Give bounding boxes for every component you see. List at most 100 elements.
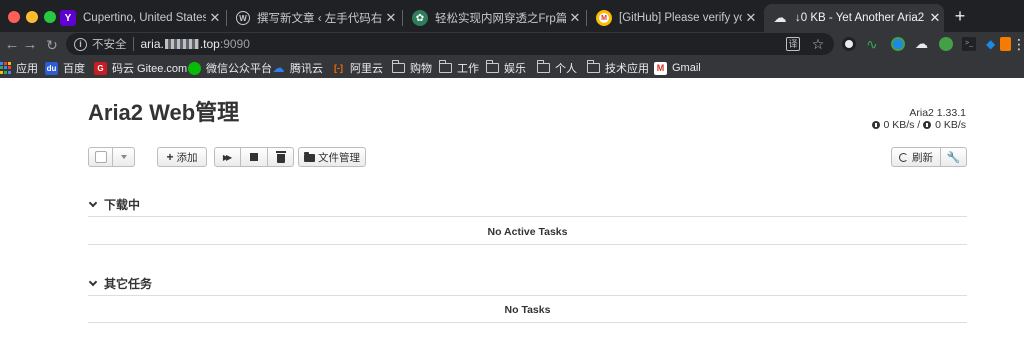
bookmark-gmail[interactable]: M Gmail (654, 58, 701, 78)
wechat-icon (188, 61, 201, 75)
bookmark-baidu[interactable]: du 百度 (45, 58, 85, 78)
wordpress-icon: W (236, 11, 250, 25)
file-manager-button[interactable]: 文件管理 (298, 147, 366, 167)
aliyun-icon: [-] (334, 63, 343, 73)
tab-title: Cupertino, United States - Weather (83, 12, 206, 24)
close-icon[interactable]: ✕ (926, 10, 944, 26)
divider (88, 244, 967, 245)
settings-button[interactable]: 🔧 (941, 147, 967, 167)
bookmark-label: Gmail (672, 62, 701, 74)
bookmarks-bar: 应用 du 百度 G 码云 Gitee.com 微信公众平台 ☁ 腾讯云 [-]… (0, 58, 1024, 78)
aria2-version: Aria2 1.33.1 (909, 107, 966, 119)
omnibox-separator (132, 37, 134, 51)
bookmark-folder-shopping[interactable]: 购物 (392, 58, 432, 78)
new-tab-button[interactable]: + (950, 6, 970, 26)
bookmark-folder-work[interactable]: 工作 (439, 58, 479, 78)
bookmark-tencent-cloud[interactable]: ☁ 腾讯云 (272, 58, 324, 78)
page-title: Aria2 Web管理 (88, 100, 240, 125)
tab-separator (226, 10, 227, 26)
caret-down-icon (120, 155, 127, 159)
section-title: 下载中 (104, 198, 141, 212)
start-task-button[interactable]: ▶▶ (214, 147, 241, 167)
refresh-icon (899, 152, 908, 162)
extension-globe-icon[interactable] (891, 37, 905, 51)
tab-separator (586, 10, 587, 26)
extension-blue-icon[interactable]: ◆ (986, 37, 1000, 51)
section-title: 其它任务 (104, 277, 153, 291)
delete-task-button[interactable] (268, 147, 294, 167)
bookmark-label: 技术应用 (605, 63, 649, 75)
divider (88, 216, 967, 217)
stop-icon (250, 153, 258, 161)
rss-icon[interactable] (1000, 37, 1011, 51)
bookmark-gitee[interactable]: G 码云 Gitee.com (94, 58, 187, 78)
site-icon: ✿ (412, 10, 428, 26)
bookmark-folder-tech[interactable]: 技术应用 (587, 58, 649, 78)
extension-green-icon[interactable] (939, 37, 953, 51)
bookmark-label: 个人 (555, 63, 577, 75)
bookmark-star-icon[interactable]: ☆ (810, 36, 826, 52)
bookmark-folder-entertainment[interactable]: 娱乐 (486, 58, 526, 78)
close-icon[interactable]: ✕ (566, 10, 584, 26)
address-bar[interactable]: i 不安全 aria. .top :9090 (66, 33, 834, 55)
download-speed-icon (871, 121, 880, 129)
bookmark-apps[interactable]: 应用 (0, 58, 38, 78)
close-icon[interactable]: ✕ (382, 10, 400, 26)
extension-wave-icon[interactable]: ∿ (866, 37, 880, 51)
bookmark-wechat[interactable]: 微信公众平台 (188, 58, 272, 78)
section-downloading-header[interactable]: 下载中 (88, 196, 140, 213)
chevron-down-icon (88, 198, 98, 208)
add-task-button[interactable]: + 添加 (157, 147, 207, 167)
refresh-label: 刷新 (912, 151, 933, 164)
gmail-icon: M (654, 61, 667, 75)
security-label[interactable]: 不安全 (92, 36, 127, 52)
close-icon[interactable]: ✕ (206, 10, 224, 26)
url-host-start: aria. (140, 37, 164, 51)
reload-icon[interactable]: ↻ (42, 35, 62, 55)
upload-speed-icon (923, 121, 932, 129)
empty-tasks-message: No Tasks (504, 304, 551, 316)
browser-tab-weather[interactable]: Y Cupertino, United States - Weather ✕ (52, 4, 224, 32)
browser-tab-frp[interactable]: ✿ 轻松实现内网穿透之Frp篇 – 左手代码 ✕ (404, 4, 584, 32)
bookmark-label: 应用 (16, 63, 38, 75)
gmail-icon: M (596, 10, 612, 26)
bookmark-label: 购物 (410, 63, 432, 75)
select-all-checkbox[interactable] (88, 147, 113, 167)
window-minimize-icon[interactable] (26, 11, 38, 23)
browser-tab-github[interactable]: M [GitHub] Please verify your device ✕ (588, 4, 760, 32)
add-task-label: 添加 (176, 151, 198, 164)
divider (88, 322, 967, 323)
close-icon[interactable]: ✕ (742, 10, 760, 26)
speed-indicator: 0 KB/s / 0 KB/s (871, 119, 966, 131)
play-icon: ▶▶ (222, 152, 232, 162)
select-dropdown-button[interactable] (113, 147, 135, 167)
cloud-icon: ☁ (773, 10, 787, 25)
back-arrow-icon[interactable]: ← (2, 35, 22, 55)
empty-active-tasks-message: No Active Tasks (487, 226, 568, 238)
extension-terminal-icon[interactable]: >_ (962, 37, 976, 51)
browser-tab-wordpress[interactable]: W 撰写新文章 ‹ 左手代码右手诗 — WordPress ✕ (228, 4, 400, 32)
forward-arrow-icon[interactable]: → (20, 35, 40, 55)
info-icon[interactable]: i (74, 37, 87, 51)
folder-icon (304, 151, 315, 162)
extension-cloud-icon[interactable]: ☁ (915, 37, 929, 51)
speed-separator: / (914, 119, 924, 131)
tab-title: [GitHub] Please verify your device (619, 12, 742, 24)
bookmark-label: 阿里云 (350, 63, 383, 75)
bookmark-aliyun[interactable]: [-] 阿里云 (332, 58, 383, 78)
trash-icon (275, 150, 286, 163)
browser-menu-icon[interactable]: ⋮ (1012, 35, 1024, 53)
translate-icon[interactable]: 译 (786, 37, 800, 51)
bookmark-label: 工作 (457, 63, 479, 75)
window-close-icon[interactable] (8, 11, 20, 23)
section-other-tasks-header[interactable]: 其它任务 (88, 275, 152, 292)
browser-tab-aria2[interactable]: ☁ ↓0 KB - Yet Another Aria2 Web Frontend… (764, 4, 944, 32)
refresh-button[interactable]: 刷新 (891, 147, 941, 167)
bookmark-folder-personal[interactable]: 个人 (537, 58, 577, 78)
bookmark-label: 娱乐 (504, 63, 526, 75)
pause-task-button[interactable] (241, 147, 268, 167)
gitee-icon: G (94, 61, 107, 75)
file-manager-label: 文件管理 (318, 151, 360, 164)
extension-record-icon[interactable] (842, 37, 856, 51)
upload-speed: 0 KB/s (935, 119, 966, 131)
